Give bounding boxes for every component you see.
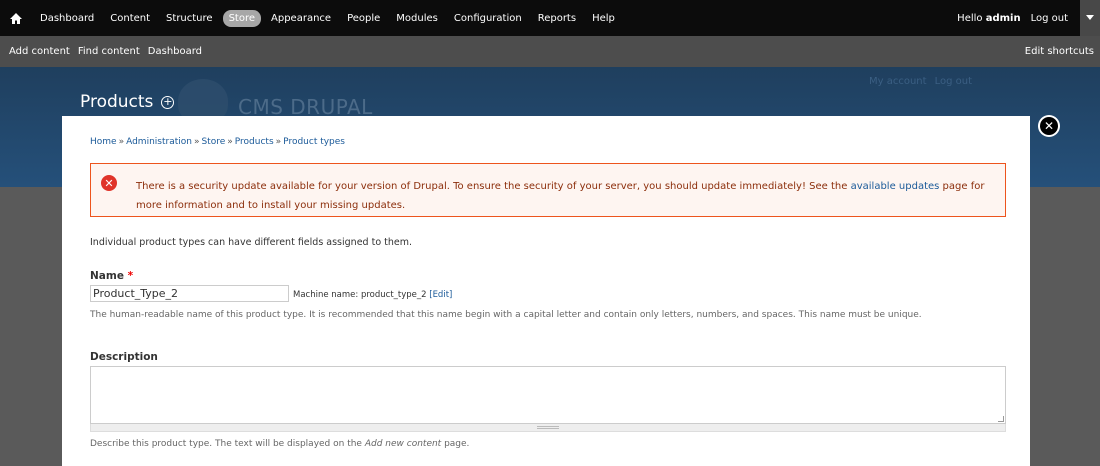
- help-before: Describe this product type. The text wil…: [90, 439, 365, 449]
- secondary-menu: My account Log out: [869, 76, 972, 87]
- toolbar-item-structure[interactable]: Structure: [160, 10, 219, 27]
- error-icon: ✕: [101, 175, 117, 191]
- page-title-text: Products: [80, 92, 154, 112]
- toolbar-user: Hello admin Log out: [957, 0, 1100, 36]
- toolbar-item-dashboard[interactable]: Dashboard: [34, 10, 100, 27]
- error-message: ✕ There is a security update available f…: [90, 163, 1006, 217]
- resize-handle-icon[interactable]: [998, 416, 1004, 422]
- textarea-grippie[interactable]: [90, 424, 1006, 432]
- help-emphasis: Add new content: [364, 439, 442, 449]
- my-account-link[interactable]: My account: [869, 76, 927, 87]
- toolbar-item-help[interactable]: Help: [586, 10, 621, 27]
- machine-name-text: Machine name: product_type_2: [293, 290, 430, 300]
- description-textarea[interactable]: [90, 366, 1006, 424]
- page-title: Products +: [80, 92, 175, 112]
- close-icon[interactable]: ✕: [1040, 117, 1058, 135]
- breadcrumb-separator: »: [118, 137, 125, 147]
- breadcrumb-home[interactable]: Home: [90, 137, 117, 147]
- description-label: Description: [90, 351, 158, 363]
- help-after: page.: [441, 439, 470, 449]
- overlay-dialog: Home» Administration» Store» Products» Produ…: [62, 116, 1030, 466]
- breadcrumb-administration[interactable]: Administration: [126, 137, 192, 147]
- header-logout-link[interactable]: Log out: [935, 76, 972, 87]
- greeting: Hello admin: [957, 13, 1020, 24]
- shortcut-find-content[interactable]: Find content: [78, 46, 140, 57]
- edit-shortcuts-link[interactable]: Edit shortcuts: [1025, 46, 1094, 57]
- plus-circle-icon[interactable]: +: [161, 95, 175, 109]
- toolbar-menu: Dashboard Content Structure Store Appear…: [0, 0, 1100, 36]
- name-input[interactable]: [90, 285, 289, 302]
- name-label-text: Name: [90, 270, 124, 282]
- breadcrumb-products[interactable]: Products: [235, 137, 274, 147]
- toolbar-item-content[interactable]: Content: [104, 10, 156, 27]
- shortcut-dashboard[interactable]: Dashboard: [148, 46, 202, 57]
- toolbar-item-store[interactable]: Store: [222, 9, 262, 27]
- chevron-down-icon: [1086, 15, 1094, 20]
- machine-name-edit-link[interactable]: [Edit]: [429, 290, 452, 300]
- name-description: The human-readable name of this product …: [90, 310, 922, 320]
- shortcut-drawer-toggle[interactable]: [1080, 0, 1100, 36]
- toolbar-item-people[interactable]: People: [341, 10, 386, 27]
- message-text-before: There is a security update available for…: [136, 181, 851, 192]
- available-updates-link[interactable]: available updates: [851, 181, 940, 192]
- breadcrumb-separator: »: [193, 137, 200, 147]
- breadcrumb-separator: »: [275, 137, 282, 147]
- required-marker: *: [127, 270, 134, 282]
- home-icon[interactable]: [8, 10, 24, 26]
- username-link[interactable]: admin: [986, 13, 1021, 24]
- shortcut-bar: Add content Find content Dashboard Edit …: [0, 36, 1100, 67]
- toolbar-item-appearance[interactable]: Appearance: [265, 10, 337, 27]
- toolbar-item-configuration[interactable]: Configuration: [448, 10, 528, 27]
- breadcrumb: Home» Administration» Store» Products» Produ…: [90, 137, 345, 147]
- breadcrumb-separator: »: [227, 137, 233, 147]
- intro-text: Individual product types can have differ…: [90, 237, 413, 248]
- description-help: Describe this product type. The text wil…: [90, 439, 469, 449]
- grip-lines: [537, 426, 559, 429]
- machine-name: Machine name: product_type_2 [Edit]: [293, 290, 452, 300]
- breadcrumb-store[interactable]: Store: [201, 137, 225, 147]
- greeting-prefix: Hello: [957, 12, 986, 24]
- toolbar-logout-link[interactable]: Log out: [1031, 13, 1068, 24]
- breadcrumb-product-types[interactable]: Product types: [283, 137, 345, 147]
- toolbar-item-modules[interactable]: Modules: [390, 10, 444, 27]
- name-label: Name *: [90, 270, 133, 282]
- admin-toolbar: Dashboard Content Structure Store Appear…: [0, 0, 1100, 67]
- shortcut-add-content[interactable]: Add content: [9, 46, 70, 57]
- error-message-text: There is a security update available for…: [136, 177, 996, 215]
- toolbar-item-reports[interactable]: Reports: [532, 10, 582, 27]
